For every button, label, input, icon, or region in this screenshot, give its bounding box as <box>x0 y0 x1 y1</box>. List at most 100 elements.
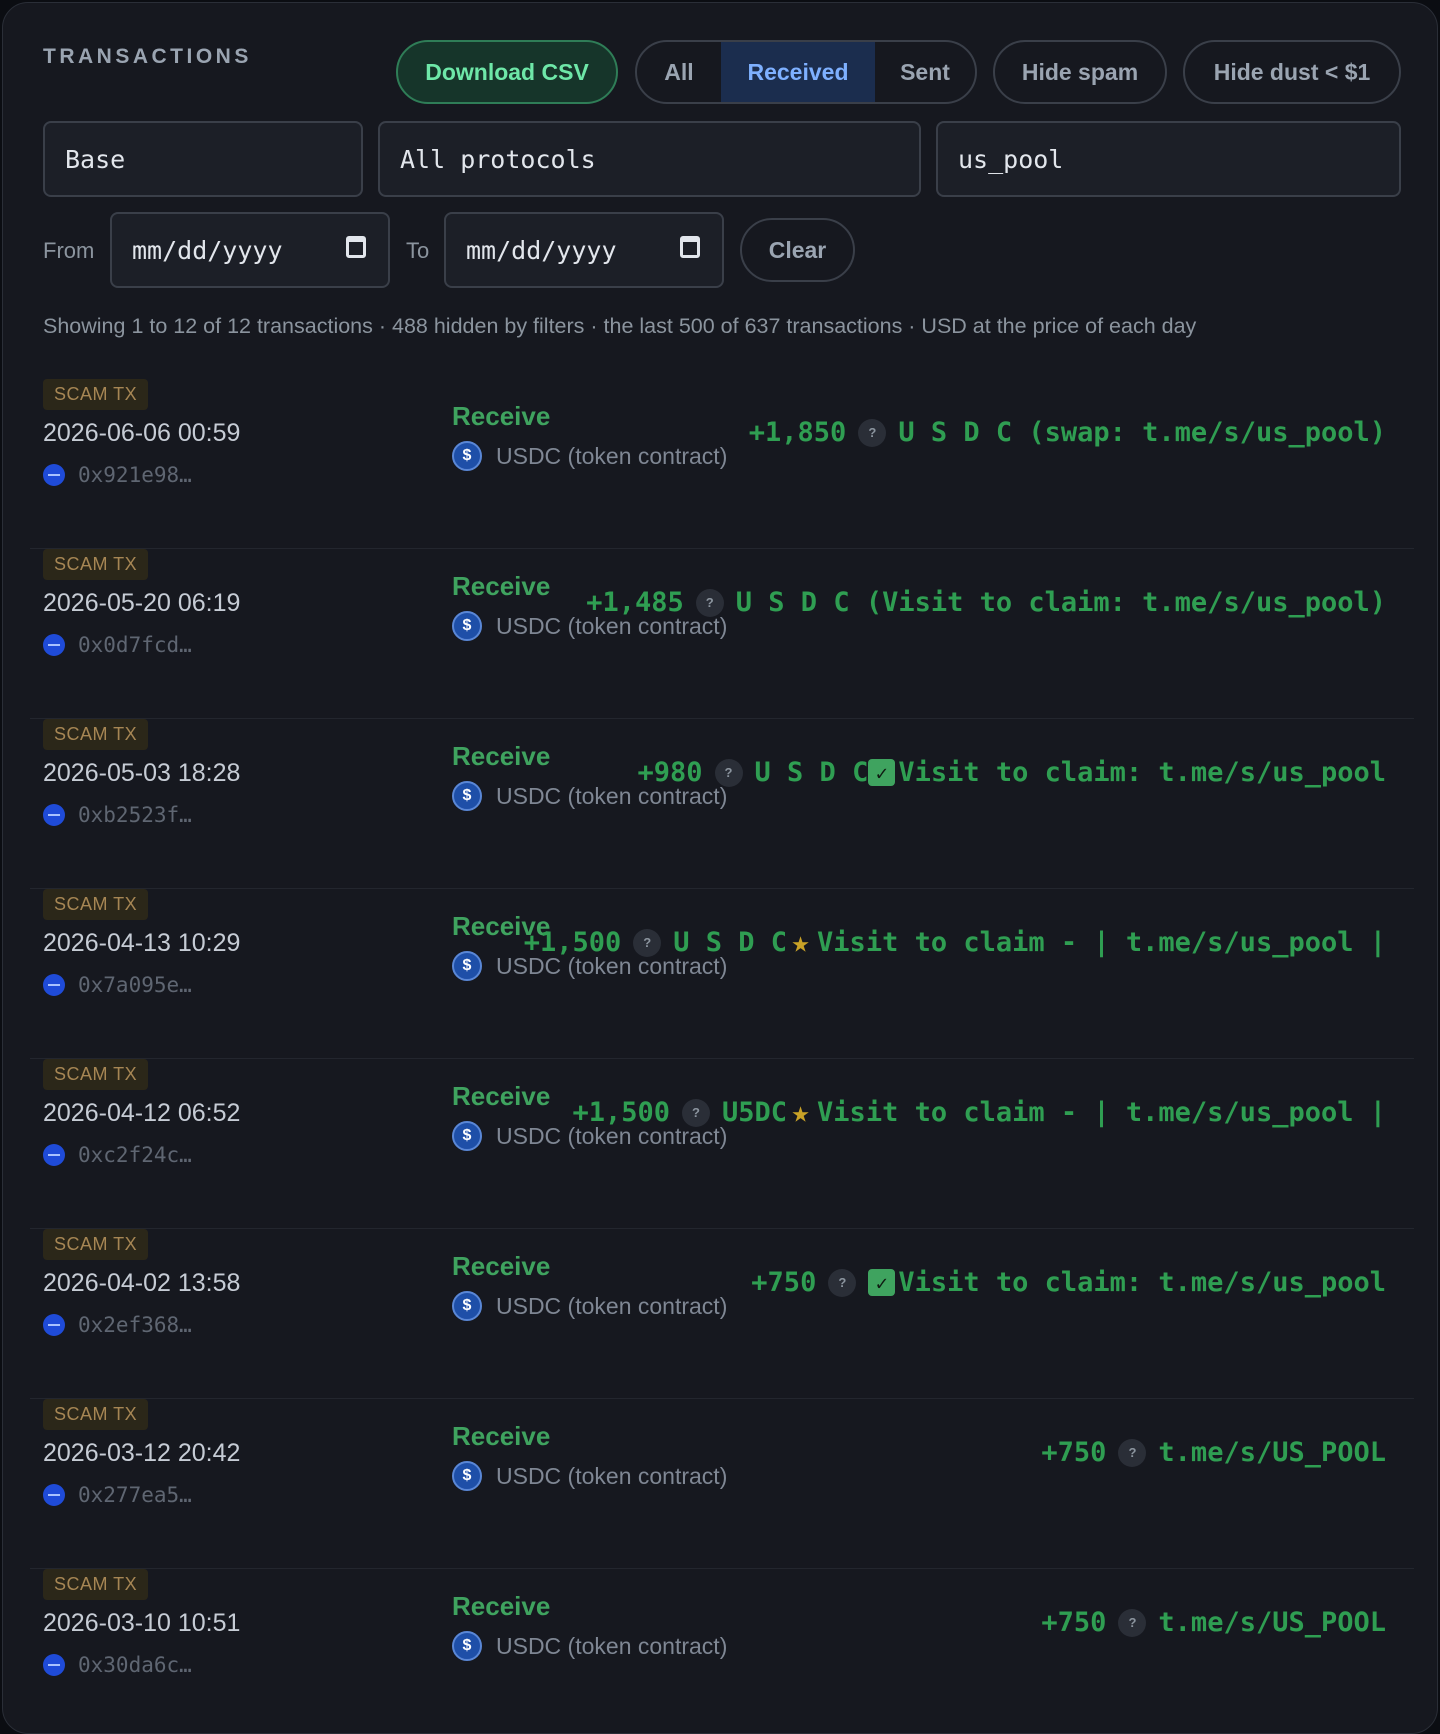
token-contract-label: USDC (token contract) <box>496 1292 728 1319</box>
usdc-icon: $ <box>452 951 482 981</box>
unknown-price-icon[interactable]: ? <box>714 758 743 787</box>
transaction-row[interactable]: SCAM TX 2026-04-02 13:58 0x2ef368… Receive $… <box>30 1229 1414 1399</box>
direction-filter-group: All Received Sent <box>635 40 977 104</box>
address-text: 0x277ea5… <box>78 1483 192 1507</box>
address-avatar-icon <box>43 1484 65 1506</box>
scam-badge: SCAM TX <box>43 379 149 410</box>
transaction-time: 2026-05-20 06:19 <box>43 589 241 617</box>
token-contract-label: USDC (token contract) <box>496 1462 728 1489</box>
transaction-row[interactable]: SCAM TX 2026-03-10 10:51 0x30da6c… Receive $… <box>30 1569 1414 1733</box>
usdc-icon: $ <box>452 1121 482 1151</box>
token-symbol: Visit to claim - | t.me/s/us_pool | <box>817 927 1386 958</box>
from-date-value: mm/dd/yyyy <box>132 235 283 265</box>
transaction-time: 2026-05-03 18:28 <box>43 759 241 787</box>
token-symbol: U S D C (Visit to claim: t.me/s/us_pool) <box>735 587 1386 618</box>
counterparty-address[interactable]: 0xb2523f… <box>43 803 192 827</box>
hide-dust-toggle[interactable]: Hide dust < $1 <box>1183 40 1401 104</box>
token-contract[interactable]: $ USDC (token contract) <box>452 441 727 471</box>
section-title: TRANSACTIONS <box>43 45 252 68</box>
scam-badge: SCAM TX <box>43 719 149 750</box>
clear-dates-button[interactable]: Clear <box>740 218 855 282</box>
token-contract[interactable]: $ USDC (token contract) <box>452 1461 727 1491</box>
transaction-type: Receive <box>452 1421 551 1451</box>
unknown-price-icon[interactable]: ? <box>1118 1608 1147 1637</box>
usdc-icon: $ <box>452 611 482 641</box>
counterparty-address[interactable]: 0x7a095e… <box>43 973 192 997</box>
amount-value: +750 <box>1041 1437 1107 1468</box>
amount: +750? t.me/s/US_POOL <box>1041 1437 1386 1468</box>
amount-value: +750 <box>751 1267 817 1298</box>
to-date-input[interactable]: mm/dd/yyyy <box>444 212 724 288</box>
usdc-icon: $ <box>452 1291 482 1321</box>
token-contract[interactable]: $ USDC (token contract) <box>452 1291 727 1321</box>
scam-badge: SCAM TX <box>43 1399 149 1430</box>
unknown-price-icon[interactable]: ? <box>682 1098 711 1127</box>
unknown-price-icon[interactable]: ? <box>633 928 662 957</box>
search-input[interactable]: us_pool <box>936 121 1401 197</box>
calendar-icon[interactable] <box>346 236 366 258</box>
protocol-select[interactable]: All protocols <box>378 121 921 197</box>
filter-received-tab[interactable]: Received <box>721 42 875 102</box>
token-symbol: t.me/s/US_POOL <box>1158 1607 1386 1638</box>
transaction-type: Receive <box>452 1251 551 1281</box>
counterparty-address[interactable]: 0x0d7fcd… <box>43 633 192 657</box>
from-label: From <box>43 238 95 263</box>
address-avatar-icon <box>43 1654 65 1676</box>
transaction-row[interactable]: SCAM TX 2026-05-03 18:28 0xb2523f… Receive $… <box>30 719 1414 889</box>
counterparty-address[interactable]: 0x277ea5… <box>43 1483 192 1507</box>
amount: +980? U S D C ✓ Visit to claim: t.me/s/us_… <box>638 757 1387 788</box>
unknown-price-icon[interactable]: ? <box>1118 1438 1147 1467</box>
unknown-price-icon[interactable]: ? <box>858 418 887 447</box>
counterparty-address[interactable]: 0x2ef368… <box>43 1313 192 1337</box>
transaction-type: Receive <box>452 571 551 601</box>
address-avatar-icon <box>43 1314 65 1336</box>
transaction-time: 2026-04-13 10:29 <box>43 929 241 957</box>
token-symbol: Visit to claim: t.me/s/us_pool <box>898 1267 1386 1298</box>
address-avatar-icon <box>43 974 65 996</box>
star-icon: ★ <box>791 1095 810 1130</box>
address-text: 0xc2f24c… <box>78 1143 192 1167</box>
address-avatar-icon <box>43 804 65 826</box>
amount-value: +1,500 <box>572 1097 671 1128</box>
transactions-panel: TRANSACTIONS Download CSV All Received S… <box>2 2 1438 1734</box>
transaction-type: Receive <box>452 741 551 771</box>
token-symbol: t.me/s/US_POOL <box>1158 1437 1386 1468</box>
token-contract[interactable]: $ USDC (token contract) <box>452 1631 727 1661</box>
transaction-row[interactable]: SCAM TX 2026-04-12 06:52 0xc2f24c… Receive $… <box>30 1059 1414 1229</box>
transaction-row[interactable]: SCAM TX 2026-06-06 00:59 0x921e98… Receive $… <box>30 379 1414 549</box>
unknown-price-icon[interactable]: ? <box>695 588 724 617</box>
token-symbol-prefix: U5DC <box>722 1097 788 1128</box>
transaction-row[interactable]: SCAM TX 2026-03-12 20:42 0x277ea5… Receive $… <box>30 1399 1414 1569</box>
check-icon: ✓ <box>868 1269 896 1296</box>
amount: +1,485? U S D C (Visit to claim: t.me/s/u… <box>586 587 1386 618</box>
from-date-input[interactable]: mm/dd/yyyy <box>110 212 390 288</box>
amount: +1,500? U S D C ★ Visit to claim - | t.me/… <box>524 925 1386 960</box>
counterparty-address[interactable]: 0x30da6c… <box>43 1653 192 1677</box>
amount: +750? ✓ Visit to claim: t.me/s/us_pool <box>751 1267 1386 1298</box>
token-symbol: Visit to claim: t.me/s/us_pool <box>898 757 1386 788</box>
address-avatar-icon <box>43 464 65 486</box>
usdc-icon: $ <box>452 441 482 471</box>
chain-select[interactable]: Base <box>43 121 363 197</box>
address-avatar-icon <box>43 1144 65 1166</box>
scam-badge: SCAM TX <box>43 1229 149 1260</box>
amount-value: +750 <box>1041 1607 1107 1638</box>
filter-sent-tab[interactable]: Sent <box>875 42 975 102</box>
transaction-row[interactable]: SCAM TX 2026-05-20 06:19 0x0d7fcd… Receive $… <box>30 549 1414 719</box>
address-avatar-icon <box>43 634 65 656</box>
counterparty-address[interactable]: 0xc2f24c… <box>43 1143 192 1167</box>
hide-spam-toggle[interactable]: Hide spam <box>993 40 1167 104</box>
transaction-row[interactable]: SCAM TX 2026-04-13 10:29 0x7a095e… Receive $… <box>30 889 1414 1059</box>
download-csv-button[interactable]: Download CSV <box>396 40 618 104</box>
address-text: 0x2ef368… <box>78 1313 192 1337</box>
usdc-icon: $ <box>452 781 482 811</box>
counterparty-address[interactable]: 0x921e98… <box>43 463 192 487</box>
transaction-type: Receive <box>452 1081 551 1111</box>
filter-all-tab[interactable]: All <box>637 42 721 102</box>
unknown-price-icon[interactable]: ? <box>828 1268 857 1297</box>
amount-value: +980 <box>637 757 703 788</box>
transaction-type: Receive <box>452 401 551 431</box>
calendar-icon[interactable] <box>680 236 700 258</box>
address-text: 0x921e98… <box>78 463 192 487</box>
transaction-time: 2026-03-10 10:51 <box>43 1609 241 1637</box>
